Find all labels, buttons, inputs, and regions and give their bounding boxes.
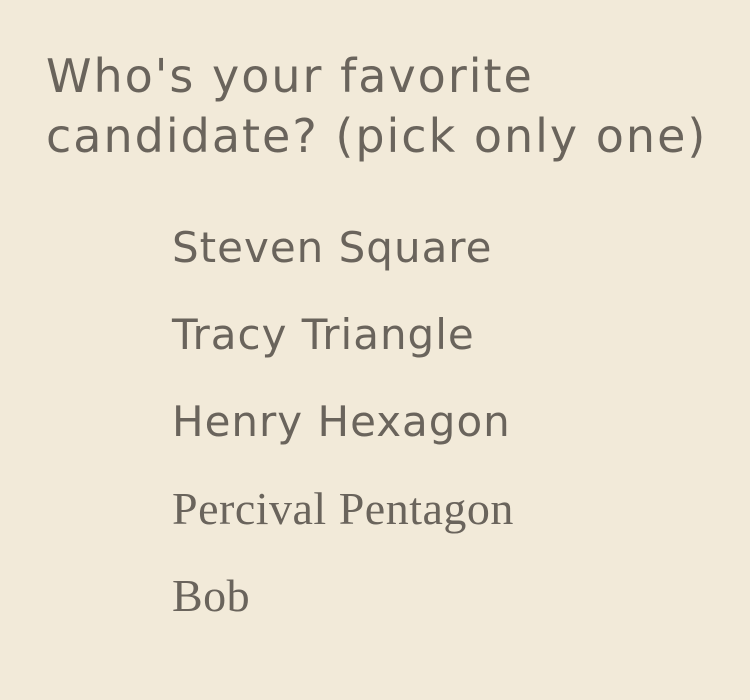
option-percival-pentagon[interactable]: Percival Pentagon: [172, 477, 514, 564]
option-steven-square[interactable]: Steven Square: [172, 216, 514, 303]
option-henry-hexagon[interactable]: Henry Hexagon: [172, 390, 514, 477]
question-line-2: candidate? (pick only one): [46, 109, 708, 163]
question-heading: Who's your favorite candidate? (pick onl…: [46, 46, 736, 166]
option-tracy-triangle[interactable]: Tracy Triangle: [172, 303, 514, 390]
candidate-options-list: Steven Square Tracy Triangle Henry Hexag…: [172, 216, 514, 651]
question-line-1: Who's your favorite: [46, 49, 534, 103]
option-bob[interactable]: Bob: [172, 564, 514, 651]
